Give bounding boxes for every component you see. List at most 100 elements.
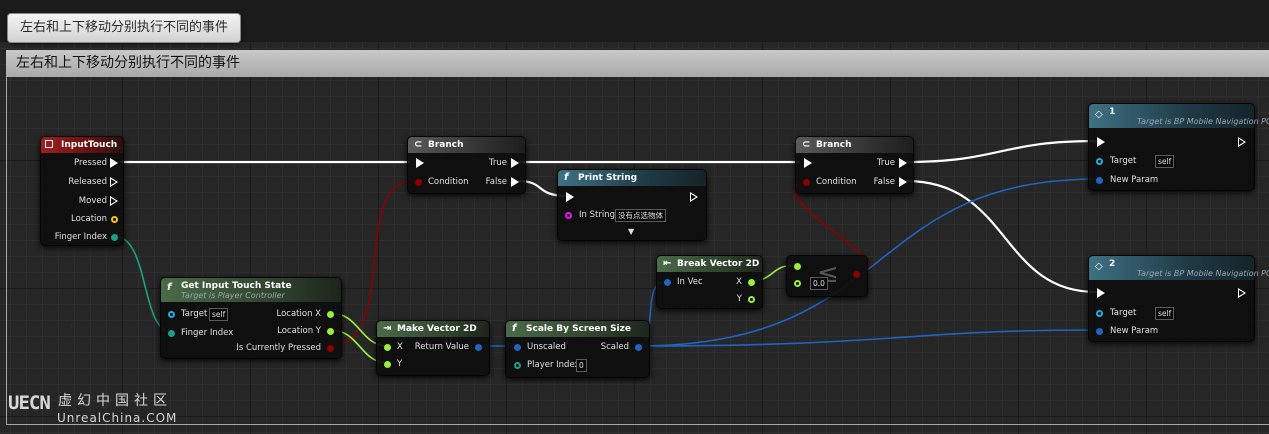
branch-icon: ⊂ <box>414 139 423 150</box>
pin-condition-dot[interactable] <box>803 179 810 186</box>
pin-in-string-label: In String <box>579 210 615 220</box>
title-text: 2 <box>1109 259 1116 269</box>
target-self-input[interactable]: self <box>1155 155 1175 168</box>
exec-pin-moved[interactable] <box>110 196 118 206</box>
target-self-input[interactable]: self <box>209 308 229 321</box>
pin-return-value-dot[interactable] <box>475 344 482 351</box>
exec-in-pin[interactable] <box>1097 288 1105 298</box>
pin-new-param-dot[interactable] <box>1096 177 1103 184</box>
node-branch-1[interactable]: ⊂ Branch Condition True False <box>407 136 526 194</box>
pin-target-label: Target <box>1110 308 1137 318</box>
exec-out-pin[interactable] <box>1238 137 1246 147</box>
pin-location-x-dot[interactable] <box>327 311 334 318</box>
pin-finger-index-label: Finger Index <box>181 328 234 338</box>
pin-finger-index-dot[interactable] <box>111 234 118 241</box>
node-input-touch[interactable]: InputTouch Pressed Released Moved Locati… <box>40 136 124 246</box>
pin-finger-index-dot[interactable] <box>168 330 175 337</box>
title-subtitle: Target is BP Mobile Navigation PC <box>1137 117 1269 126</box>
pin-scaled-label: Scaled <box>600 342 629 352</box>
expand-arrow-icon[interactable]: ▼ <box>628 226 634 238</box>
node-title: ◇ 1 Target is BP Mobile Navigation PC <box>1089 104 1269 128</box>
pin-scaled-dot[interactable] <box>635 344 642 351</box>
pin-false-label: False <box>873 177 895 187</box>
wire-exec-branch2-true-custom1 <box>905 139 1097 164</box>
pin-location-x-label: Location X <box>276 309 321 319</box>
pin-location-y-label: Location Y <box>277 326 321 336</box>
player-index-input[interactable]: 0 <box>576 359 587 372</box>
branch-icon: ⊂ <box>802 139 811 150</box>
exec-out-pin[interactable] <box>1238 288 1246 298</box>
pin-x-dot[interactable] <box>748 279 755 286</box>
compare-value-input[interactable]: 0.0 <box>810 277 828 290</box>
break-struct-icon: ⇤ <box>663 258 672 269</box>
pin-false-label: False <box>485 177 507 187</box>
node-title: ⇤ Break Vector 2D <box>657 256 762 272</box>
node-title: f Print String <box>558 170 706 186</box>
pin-unscaled-dot[interactable] <box>514 344 521 351</box>
exec-in-pin[interactable] <box>804 158 812 168</box>
node-custom-2[interactable]: ◇ 2 Target is BP Mobile Navigation PC Ta… <box>1088 255 1269 342</box>
pin-x-dot[interactable] <box>384 344 391 351</box>
pin-return-value-label: Return Value <box>414 342 469 352</box>
title-text: Make Vector 2D <box>397 324 477 334</box>
pin-new-param-label: New Param <box>1110 326 1159 336</box>
pin-y-dot[interactable] <box>748 296 755 303</box>
exec-in-pin[interactable] <box>1097 137 1105 147</box>
pin-y-label: Y <box>736 294 742 304</box>
pin-x-label: X <box>736 277 742 287</box>
function-icon: f <box>512 323 517 334</box>
node-title: f Get Input Touch State Target is Player… <box>161 278 341 302</box>
exec-false-pin[interactable] <box>899 177 907 187</box>
title-text: Print String <box>578 173 638 183</box>
pin-moved-label: Moved <box>78 196 107 206</box>
pin-target-dot[interactable] <box>1096 158 1103 165</box>
exec-pin-pressed[interactable] <box>110 158 118 168</box>
wire-exec-branch2-false-custom2 <box>905 179 1097 294</box>
node-get-input-touch-state[interactable]: f Get Input Touch State Target is Player… <box>160 277 342 359</box>
exec-false-pin[interactable] <box>511 177 519 187</box>
target-self-input[interactable]: self <box>1155 307 1175 320</box>
pin-b-dot[interactable] <box>794 280 801 287</box>
pin-true-label: True <box>488 158 507 168</box>
node-make-vector-2d[interactable]: ⇥ Make Vector 2D X Y Return Value <box>376 320 490 376</box>
pin-a-dot[interactable] <box>794 263 801 270</box>
exec-in-pin[interactable] <box>566 192 574 202</box>
pin-true-label: True <box>876 158 895 168</box>
pin-location-y-dot[interactable] <box>327 328 334 335</box>
function-icon: f <box>564 172 569 183</box>
node-title: f Scale By Screen Size <box>506 321 649 337</box>
title-text: Branch <box>428 140 464 150</box>
ghost-label: · <box>70 322 73 332</box>
pin-target-dot[interactable] <box>168 311 175 318</box>
node-branch-2[interactable]: ⊂ Branch Condition True False <box>795 136 914 194</box>
pin-y-dot[interactable] <box>384 361 391 368</box>
pin-is-pressed-dot[interactable] <box>327 345 334 352</box>
node-custom-1[interactable]: ◇ 1 Target is BP Mobile Navigation PC Ta… <box>1088 103 1269 191</box>
in-string-input[interactable]: 没有点选物体 <box>615 209 666 222</box>
title-text: 1 <box>1109 107 1116 117</box>
pin-result-dot[interactable] <box>853 271 860 278</box>
exec-true-pin[interactable] <box>899 158 907 168</box>
watermark-en: UnrealChina.COM <box>57 411 178 425</box>
node-print-string[interactable]: f Print String In String 没有点选物体 ▼ <box>557 169 707 241</box>
exec-pin-released[interactable] <box>110 177 118 187</box>
event-icon <box>45 140 53 148</box>
title-text: Scale By Screen Size <box>526 324 631 334</box>
node-scale-by-screen-size[interactable]: f Scale By Screen Size Unscaled Player In… <box>505 320 650 378</box>
pin-target-dot[interactable] <box>1096 310 1103 317</box>
pin-in-string-dot[interactable] <box>565 212 572 219</box>
pin-in-vec-label: In Vec <box>677 277 703 287</box>
pin-new-param-dot[interactable] <box>1096 328 1103 335</box>
function-icon: f <box>167 282 172 293</box>
node-break-vector-2d[interactable]: ⇤ Break Vector 2D In Vec X Y <box>656 255 763 309</box>
pin-player-index-dot[interactable] <box>514 362 521 369</box>
pin-location-dot[interactable] <box>111 216 118 223</box>
node-compare[interactable]: ≤ 0.0 <box>786 255 868 297</box>
title-subtitle: Target is Player Controller <box>181 291 285 300</box>
exec-in-pin[interactable] <box>416 158 424 168</box>
node-title: ⇥ Make Vector 2D <box>377 321 489 337</box>
exec-true-pin[interactable] <box>511 158 519 168</box>
pin-condition-dot[interactable] <box>415 179 422 186</box>
exec-out-pin[interactable] <box>690 192 698 202</box>
pin-in-vec-dot[interactable] <box>664 279 671 286</box>
